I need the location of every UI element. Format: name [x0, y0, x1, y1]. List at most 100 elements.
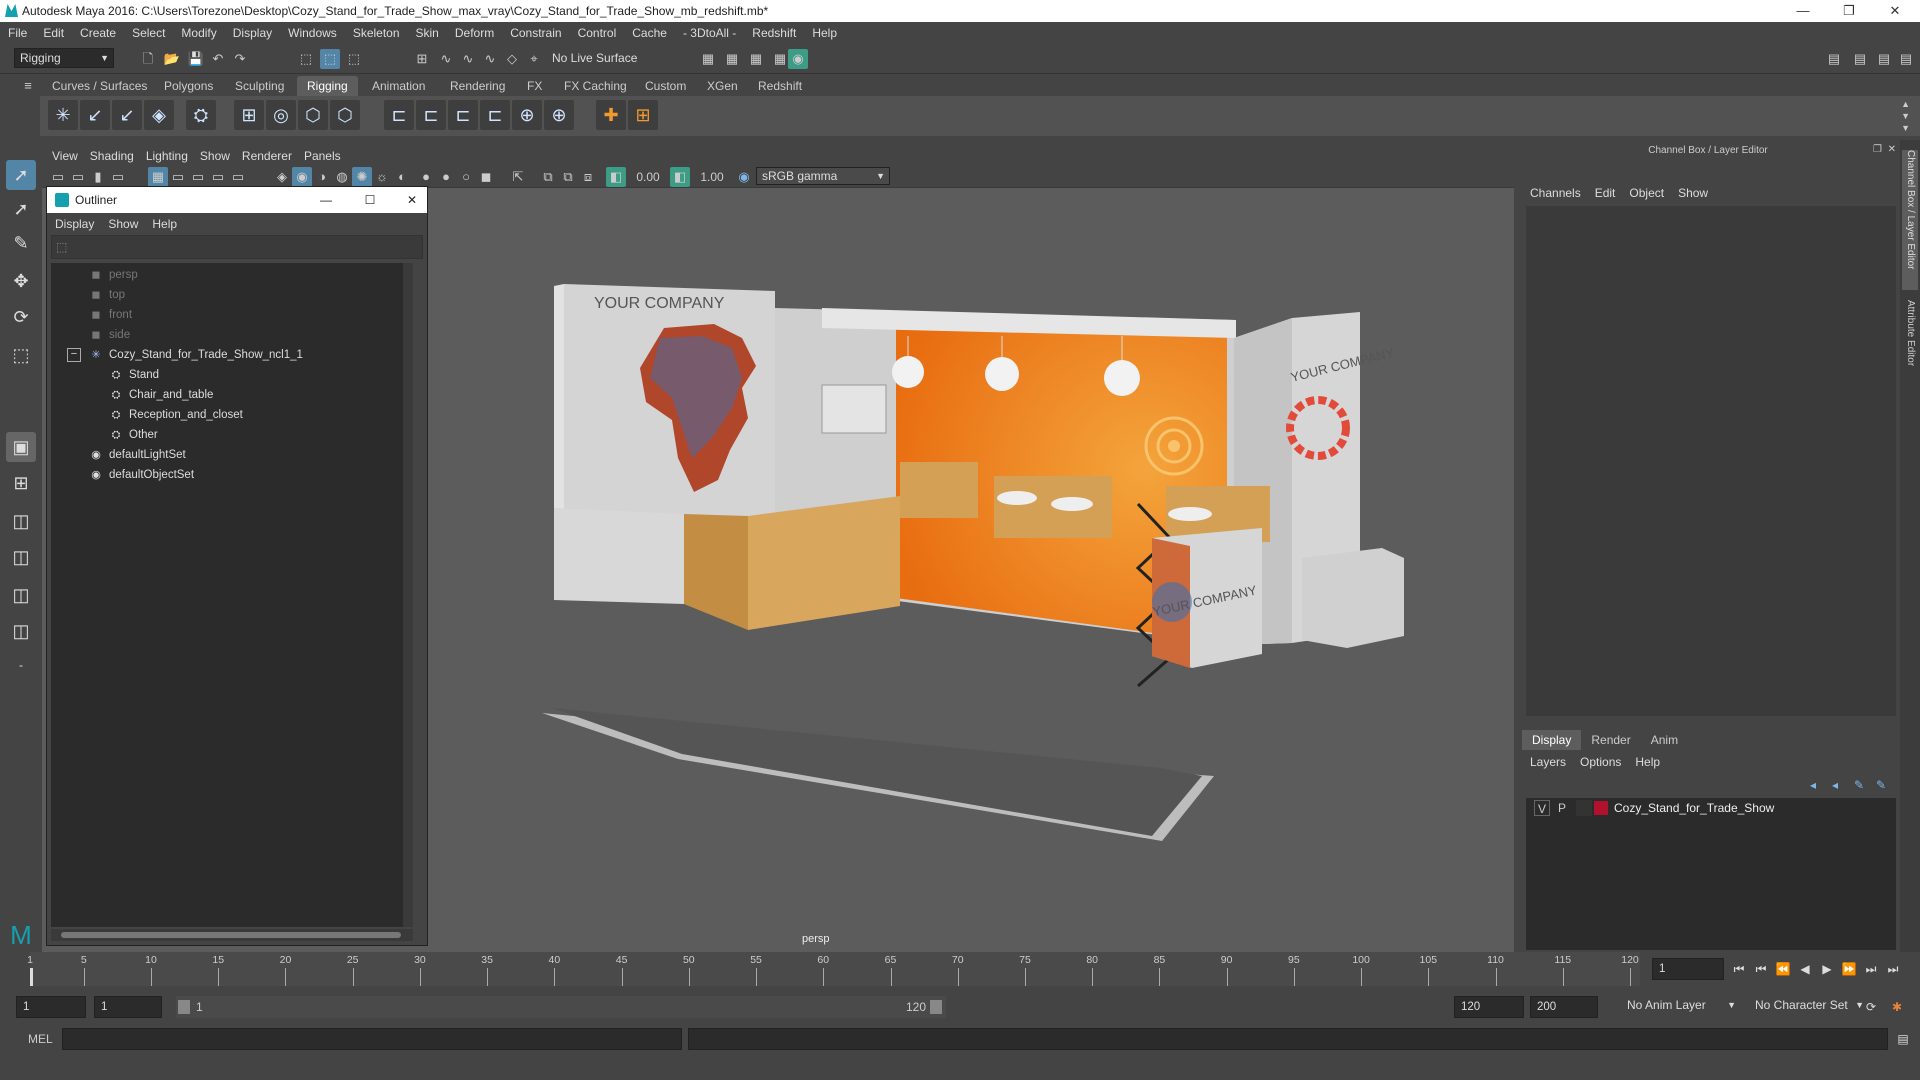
outliner-layout-icon[interactable]: ◫	[6, 616, 36, 646]
field-chart-icon[interactable]: ▭	[228, 167, 248, 187]
resolution-gate-icon[interactable]: ▭	[188, 167, 208, 187]
menu-3dtoall[interactable]: - 3DtoAll -	[675, 22, 744, 44]
render-settings-icon[interactable]: ▦	[746, 49, 766, 69]
open-scene-icon[interactable]: 📂	[162, 49, 182, 69]
closet[interactable]	[1302, 548, 1404, 648]
reception-counter-wood[interactable]	[748, 496, 900, 630]
menu-file[interactable]: File	[0, 22, 35, 44]
tab-sculpting[interactable]: Sculpting	[225, 76, 294, 96]
collapse-icon[interactable]: −	[67, 348, 81, 362]
snap-surface-icon[interactable]: ◇	[502, 49, 522, 69]
isolate-select-icon[interactable]: ◼	[476, 167, 496, 187]
lasso-tool-icon[interactable]: ➚	[6, 194, 36, 224]
ipr-render-icon[interactable]: ▦	[722, 49, 742, 69]
cluster-icon[interactable]: ◎	[266, 100, 296, 130]
menu-redshift[interactable]: Redshift	[744, 22, 804, 44]
maximize-icon[interactable]: ☐	[355, 187, 385, 213]
go-to-start-icon[interactable]: ⏮	[1730, 960, 1748, 978]
camera-select-icon[interactable]: ▭	[48, 167, 68, 187]
layer-row[interactable]: V P Cozy_Stand_for_Trade_Show	[1526, 798, 1896, 818]
list-item[interactable]: ◼ persp	[51, 265, 413, 285]
move-tool-icon[interactable]: ✥	[6, 266, 36, 296]
preferences-icon[interactable]: ✱	[1888, 998, 1906, 1016]
mirror-weights-icon[interactable]: ⊏	[448, 100, 478, 130]
playback-toggle[interactable]: P	[1554, 800, 1570, 816]
new-empty-layer-icon[interactable]: ✎	[1850, 776, 1868, 794]
viewport-menu-renderer[interactable]: Renderer	[242, 149, 292, 163]
viewport-menu-shading[interactable]: Shading	[90, 149, 134, 163]
menu-skin[interactable]: Skin	[408, 22, 447, 44]
image-plane-icon[interactable]: ▭	[108, 167, 128, 187]
parent-constraint-icon[interactable]: ✚	[596, 100, 626, 130]
locator-icon[interactable]: ⊞	[234, 100, 264, 130]
select-object-icon[interactable]: ⬚	[320, 49, 340, 69]
color-management-icon[interactable]: ◉	[734, 167, 754, 187]
list-item[interactable]: ◉ defaultLightSet	[51, 445, 413, 465]
toggle-channel-box-icon[interactable]: ▤	[1896, 49, 1916, 69]
step-forward-key-icon[interactable]: ⏭	[1862, 960, 1880, 978]
list-item[interactable]: ⛭ Other	[51, 425, 413, 445]
motion-blur-icon[interactable]: ●	[416, 167, 436, 187]
orient-joint-icon[interactable]: ⊏	[480, 100, 510, 130]
shelf-scroll-icon[interactable]: ▲ ▼ ▼	[1901, 98, 1910, 134]
save-scene-icon[interactable]: 💾	[186, 49, 206, 69]
new-scene-icon[interactable]: 🗋	[138, 49, 158, 69]
tab-redshift[interactable]: Redshift	[748, 76, 812, 96]
menu-deform[interactable]: Deform	[447, 22, 502, 44]
close-icon[interactable]: ✕	[397, 187, 427, 213]
wrap-icon[interactable]: ⬡	[330, 100, 360, 130]
outliner-list[interactable]: ◼ persp ◼ top ◼ front ◼ side − ✳ Cozy_Stand_fo…	[51, 263, 413, 927]
script-editor-icon[interactable]: ▤	[1894, 1030, 1912, 1048]
show-menu[interactable]: Show	[1678, 186, 1708, 200]
scale-tool-icon[interactable]: ⬚	[6, 340, 36, 370]
gamma-icon[interactable]: ◧	[670, 167, 690, 187]
pole-vector-icon[interactable]: ⊞	[628, 100, 658, 130]
animation-start-field[interactable]: 1	[16, 996, 86, 1018]
tab-xgen[interactable]: XGen	[697, 76, 748, 96]
snap-point-icon[interactable]: ∿	[458, 49, 478, 69]
restore-icon[interactable]: ❐	[1826, 0, 1872, 22]
menu-edit[interactable]: Edit	[35, 22, 72, 44]
menu-help[interactable]: Help	[804, 22, 845, 44]
menu-cache[interactable]: Cache	[624, 22, 675, 44]
outliner-search-input[interactable]	[76, 238, 416, 256]
layout-menu-icon[interactable]: -	[6, 650, 36, 680]
step-back-key-icon[interactable]: ⏮	[1752, 960, 1770, 978]
xray-components-icon[interactable]: ⧉	[558, 167, 578, 187]
hypershade-layout-icon[interactable]: ◫	[6, 580, 36, 610]
list-item[interactable]: ◼ front	[51, 305, 413, 325]
horizontal-scrollbar[interactable]	[51, 929, 413, 941]
playback-start-field[interactable]: 1	[94, 996, 162, 1018]
object-menu[interactable]: Object	[1629, 186, 1664, 200]
list-item[interactable]: ⛭ Reception_and_closet	[51, 405, 413, 425]
time-slider-track[interactable]: 1 5 10 15 20 25 30 35 40 45 50 55 60 65 70 75 80 85 90 95 10…	[27, 952, 1640, 986]
list-item[interactable]: ◉ defaultObjectSet	[51, 465, 413, 485]
layer-list[interactable]: V P Cozy_Stand_for_Trade_Show	[1526, 798, 1896, 950]
tab-curves-surfaces[interactable]: Curves / Surfaces	[42, 76, 157, 96]
channel-box-area[interactable]	[1526, 206, 1896, 716]
move-layer-down-icon[interactable]: ◂	[1826, 776, 1844, 794]
quick-rig-icon[interactable]: ◈	[144, 100, 174, 130]
create-joints-icon[interactable]: ✳	[48, 100, 78, 130]
close-panel-icon[interactable]: ✕	[1888, 144, 1896, 155]
persp-graph-layout-icon[interactable]: ◫	[6, 542, 36, 572]
select-hierarchy-icon[interactable]: ⬚	[296, 49, 316, 69]
live-surface-label[interactable]: No Live Surface	[552, 48, 656, 68]
snap-view-icon[interactable]: ∿	[480, 49, 500, 69]
exposure-icon[interactable]: ◧	[606, 167, 626, 187]
layers-menu[interactable]: Layers	[1530, 755, 1566, 769]
backface-icon[interactable]: ⧈	[578, 167, 598, 187]
bind-skin-icon[interactable]: ⊏	[384, 100, 414, 130]
snap-curve-icon[interactable]: ∿	[436, 49, 456, 69]
gate-mask-icon[interactable]: ▭	[208, 167, 228, 187]
camera-attributes-icon[interactable]: ▭	[68, 167, 88, 187]
play-backwards-icon[interactable]: ◀	[1796, 960, 1814, 978]
hypershade-icon[interactable]: ▦	[770, 49, 790, 69]
menu-set-dropdown[interactable]: Rigging ▼	[14, 48, 114, 68]
shelf-menu-icon[interactable]: ≡	[18, 76, 38, 96]
wireframe-on-shaded-icon[interactable]: ◑	[312, 167, 332, 187]
move-layer-up-icon[interactable]: ◂	[1804, 776, 1822, 794]
human-ik-icon[interactable]: ⛭	[186, 100, 216, 130]
viewport-menu-lighting[interactable]: Lighting	[146, 149, 188, 163]
anti-aliasing-icon[interactable]: ●	[436, 167, 456, 187]
